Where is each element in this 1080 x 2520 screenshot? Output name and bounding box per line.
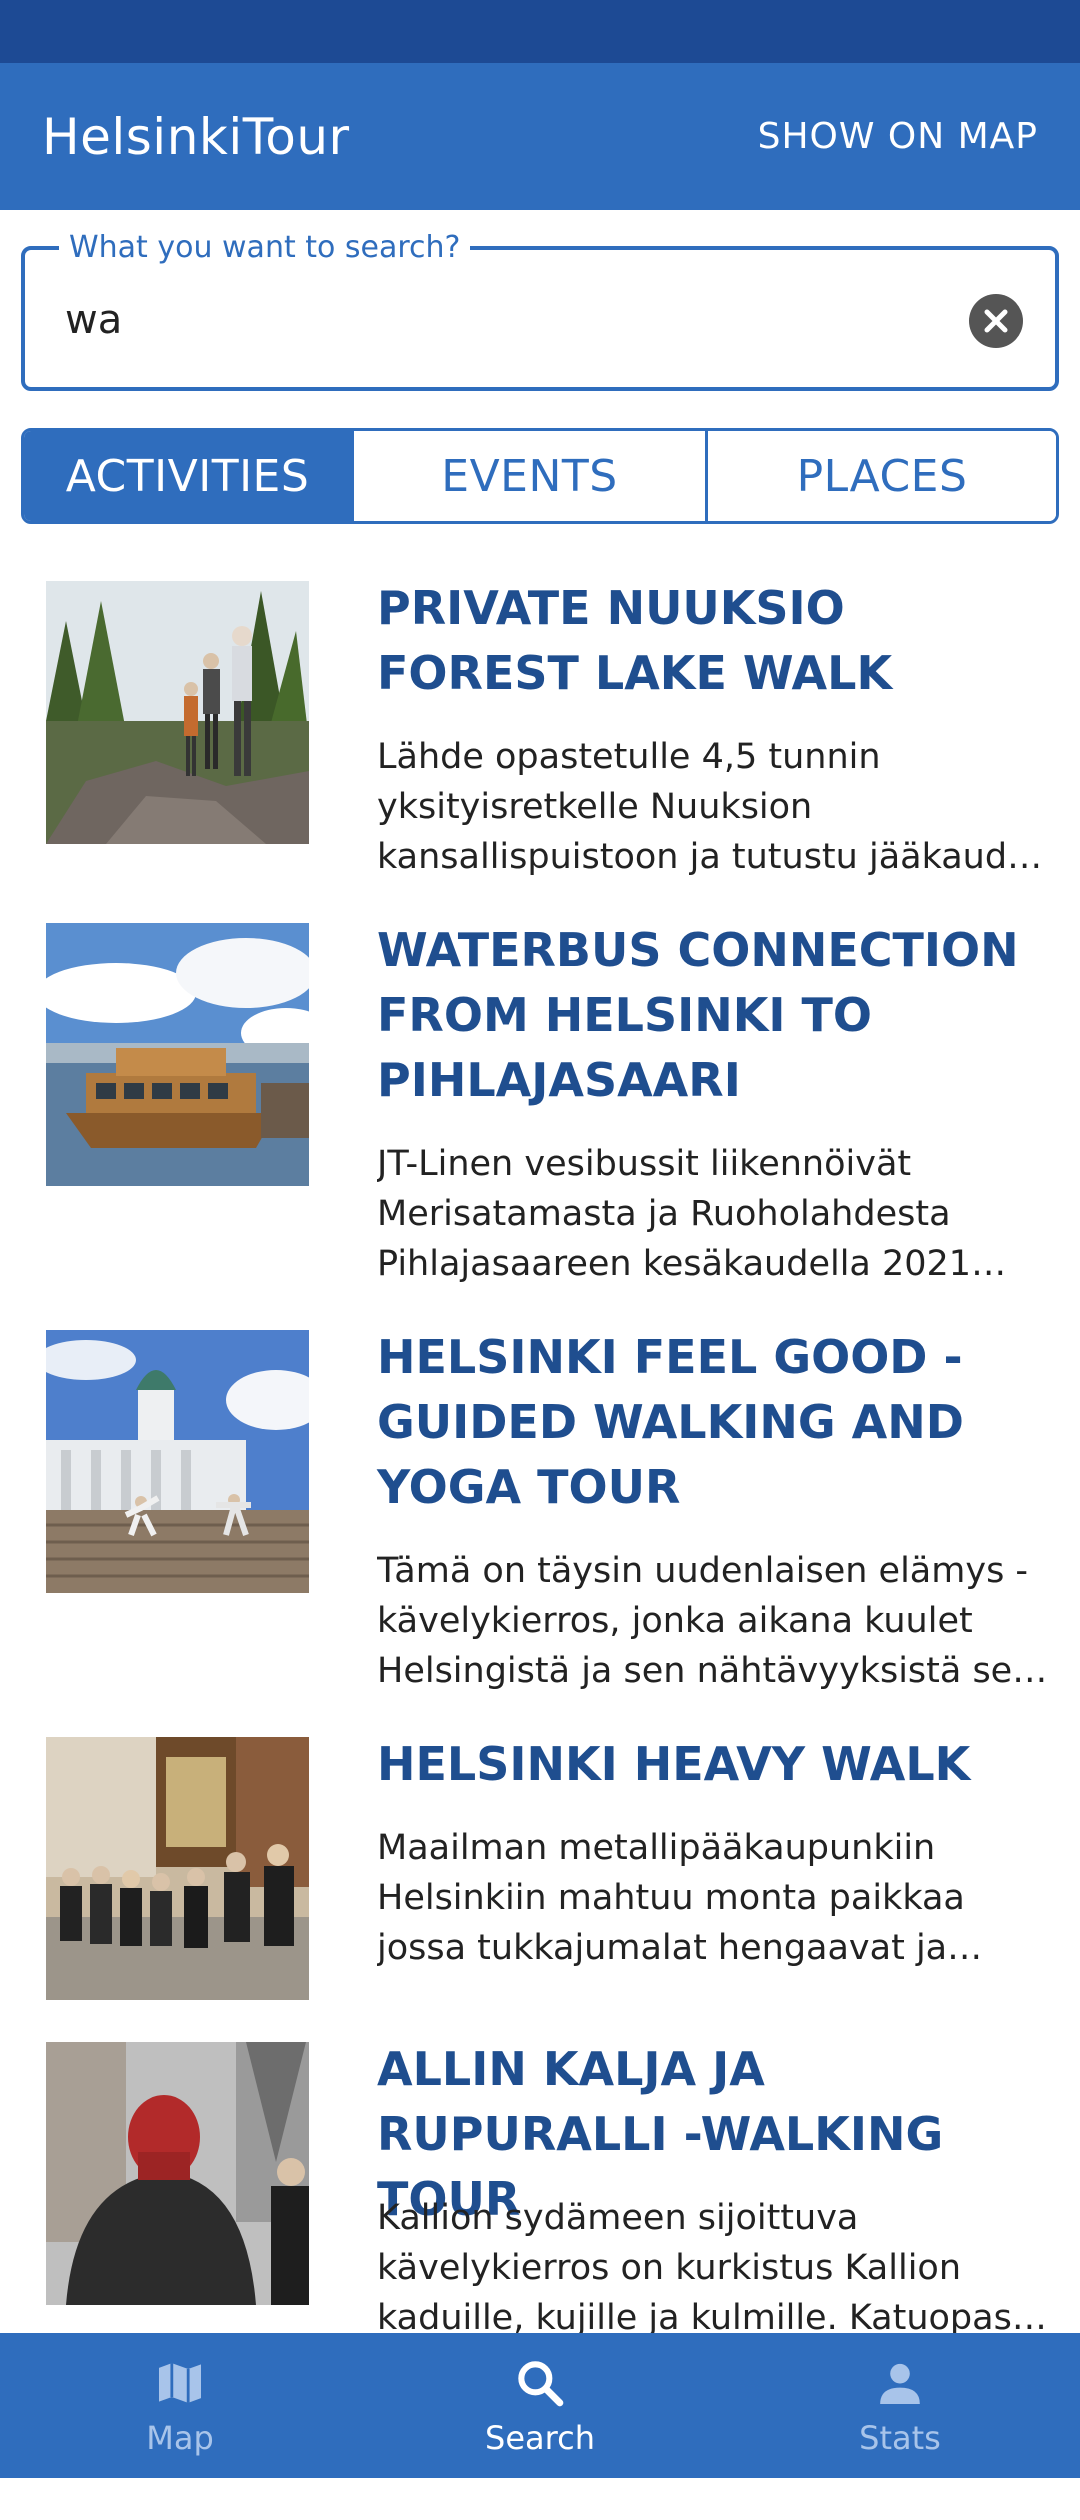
cathedral-photo xyxy=(46,1330,309,1593)
status-bar xyxy=(0,0,1080,63)
search-legend: What you want to search? xyxy=(59,228,471,268)
category-tabs: ACTIVITIES EVENTS PLACES xyxy=(21,428,1059,524)
item-title: HELSINKI HEAVY WALK xyxy=(377,1737,971,1791)
show-on-map-button[interactable]: SHOW ON MAP xyxy=(758,116,1038,157)
item-description: Lähde opastetulle 4,5 tunnin yksityisret… xyxy=(377,737,1051,877)
search-icon xyxy=(518,2360,564,2406)
app-title: HelsinkiTour xyxy=(42,107,350,166)
item-description: Kallion sydämeen sijoittuva kävelykierro… xyxy=(377,2198,1012,2338)
nav-search-label: Search xyxy=(485,2418,595,2457)
item-title: WATERBUS CONNECTION FROM HELSINKI TO PIH… xyxy=(377,923,1019,1107)
item-description: Maailman metallipääkaupunkiin Helsinkiin… xyxy=(377,1828,965,1968)
map-icon xyxy=(159,2362,201,2403)
activity-thumbnail xyxy=(46,2042,309,2305)
nav-map[interactable]: Map xyxy=(0,2333,360,2478)
nav-search[interactable]: Search xyxy=(360,2333,720,2478)
item-description: JT-Linen vesibussit liikennöivät Merisat… xyxy=(377,1144,972,1284)
system-nav-strip xyxy=(0,2478,1080,2520)
activity-thumbnail xyxy=(46,581,309,844)
activity-thumbnail xyxy=(46,923,309,1186)
tab-events[interactable]: EVENTS xyxy=(351,431,705,521)
search-input[interactable] xyxy=(65,290,945,350)
nav-map-label: Map xyxy=(146,2418,214,2457)
search-field[interactable]: What you want to search? xyxy=(21,228,1059,391)
waterbus-photo xyxy=(46,923,309,1186)
activity-thumbnail xyxy=(46,1330,309,1593)
nav-stats-label: Stats xyxy=(859,2418,941,2457)
app-bar: HelsinkiTour SHOW ON MAP xyxy=(0,63,1080,210)
item-description: Tämä on täysin uudenlaisen elämys - käve… xyxy=(377,1551,1054,1691)
walking-tour-photo xyxy=(46,2042,309,2305)
bottom-navigation: Map Search Stats xyxy=(0,2333,1080,2478)
activity-thumbnail xyxy=(46,1737,309,2000)
nav-stats[interactable]: Stats xyxy=(720,2333,1080,2478)
item-title: PRIVATE NUUKSIO FOREST LAKE WALK xyxy=(377,581,893,700)
item-title: HELSINKI FEEL GOOD - GUIDED WALKING AND … xyxy=(377,1330,964,1514)
heavy-walk-photo xyxy=(46,1737,309,2000)
tab-places[interactable]: PLACES xyxy=(705,431,1056,521)
forest-photo xyxy=(46,581,309,844)
person-icon xyxy=(880,2363,920,2404)
tab-activities[interactable]: ACTIVITIES xyxy=(24,431,351,521)
clear-search-button[interactable] xyxy=(969,294,1023,348)
close-icon xyxy=(984,309,1008,333)
